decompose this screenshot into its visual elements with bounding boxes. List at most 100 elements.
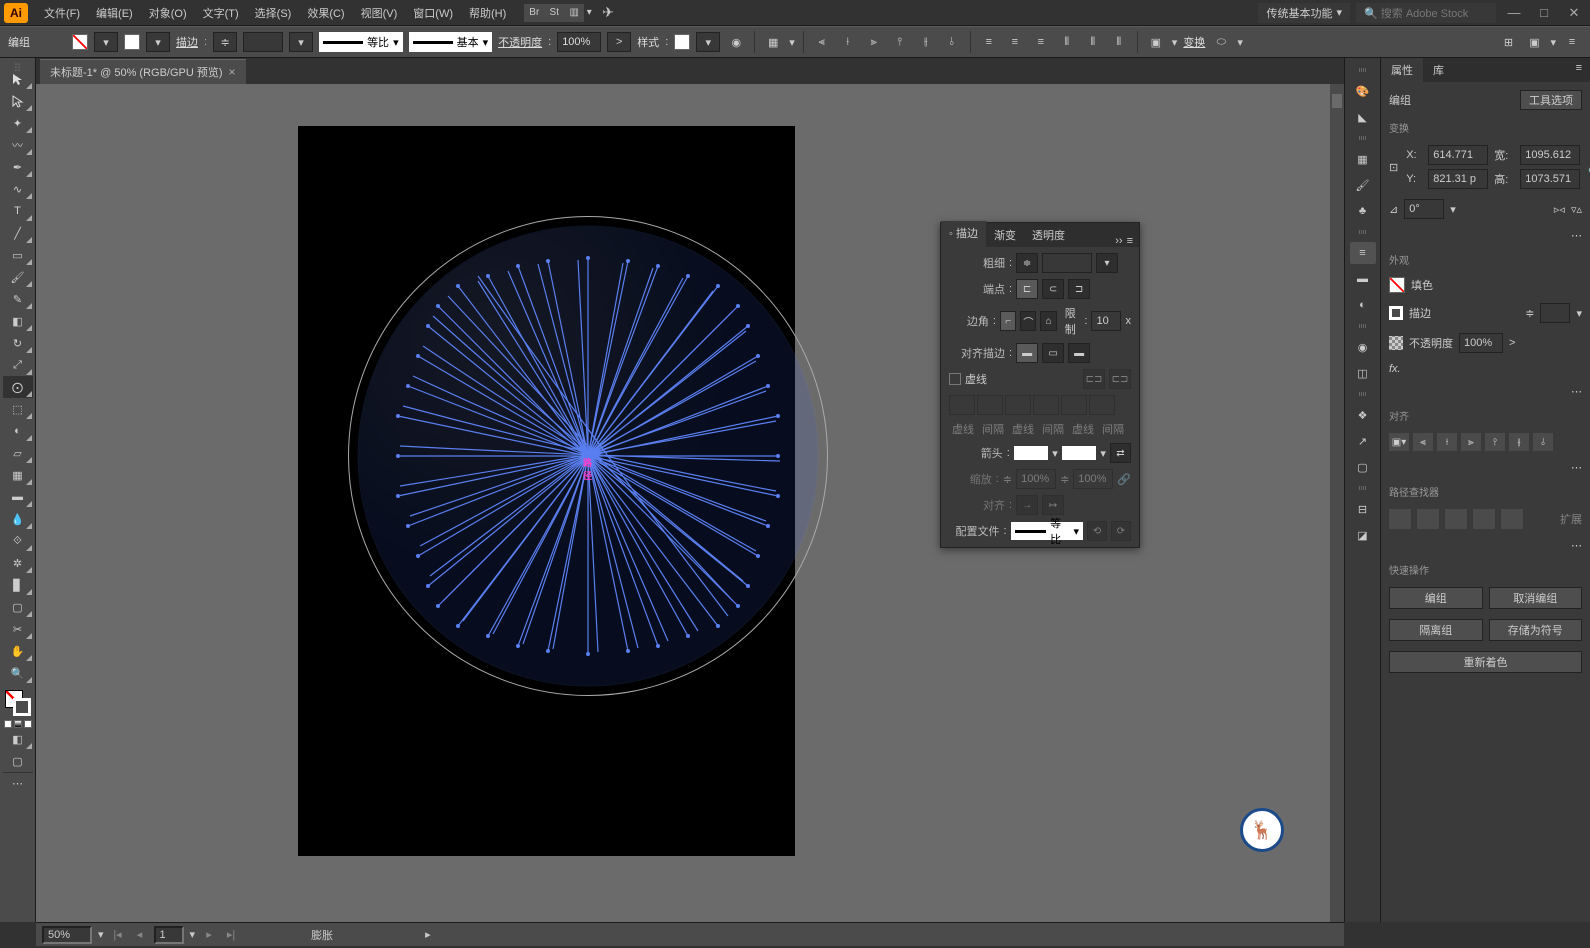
angle-dd[interactable]: ▾ — [1450, 203, 1456, 216]
menu-view[interactable]: 视图(V) — [353, 0, 406, 26]
scale-tool[interactable]: ⤢ — [3, 354, 33, 376]
align-key-icon[interactable]: ▣ — [1146, 32, 1166, 52]
pencil-tool[interactable]: ✎ — [3, 288, 33, 310]
artboard-num[interactable] — [154, 926, 184, 944]
canvas[interactable]: 路径 🦌 — [36, 84, 1344, 922]
last-art[interactable]: ▸| — [223, 927, 239, 943]
pf-minus[interactable] — [1417, 509, 1439, 529]
workspace-switcher[interactable]: 传统基本功能▾ — [1258, 3, 1350, 23]
qa-isolate[interactable]: 隔离组 — [1389, 619, 1483, 641]
pf-divide[interactable] — [1501, 509, 1523, 529]
pf-more-icon[interactable]: ⋯ — [1571, 540, 1582, 552]
isolate-icon[interactable]: ⊞ — [1498, 32, 1518, 52]
menu-edit[interactable]: 编辑(E) — [88, 0, 141, 26]
fill-swatch2[interactable] — [1389, 277, 1405, 293]
paintbrush-tool[interactable]: 🖌 — [3, 266, 33, 288]
menu-file[interactable]: 文件(F) — [36, 0, 88, 26]
gradient-tool[interactable]: ▬ — [3, 486, 33, 508]
pf-intersect[interactable] — [1445, 509, 1467, 529]
align-right2[interactable]: ⫸ — [1461, 433, 1481, 451]
align-vcenter2[interactable]: ⫲ — [1509, 433, 1529, 451]
column-graph-tool[interactable]: ▊ — [3, 574, 33, 596]
slice-tool[interactable]: ✂ — [3, 618, 33, 640]
opacity-dd2[interactable]: > — [1509, 337, 1515, 349]
lasso-tool[interactable]: 〰 — [3, 134, 33, 156]
align-top-icon[interactable]: ⫯ — [890, 32, 910, 52]
prefs-icon[interactable]: ≡ — [1562, 32, 1582, 52]
tab-properties[interactable]: 属性 — [1381, 58, 1423, 82]
align-inside[interactable]: ▭ — [1042, 343, 1064, 363]
pen-tool[interactable]: ✒ — [3, 156, 33, 178]
appearance-more-icon[interactable]: ⋯ — [1571, 386, 1582, 398]
stroke-weight-input[interactable] — [243, 32, 283, 52]
fill-dd[interactable]: ▾ — [94, 32, 118, 52]
window-max[interactable]: □ — [1532, 5, 1556, 20]
status-dd[interactable]: ▸ — [425, 928, 431, 941]
gpu-icon[interactable]: ✈ — [602, 4, 614, 21]
tab-stroke[interactable]: ◦ 描边 — [941, 221, 986, 247]
window-min[interactable]: — — [1502, 5, 1526, 20]
tab-transparency[interactable]: 透明度 — [1024, 223, 1073, 247]
stroke-weight2[interactable] — [1540, 303, 1570, 323]
shape-builder-tool[interactable]: ◐ — [3, 420, 33, 442]
menu-object[interactable]: 对象(O) — [141, 0, 195, 26]
eraser-tool[interactable]: ◧ — [3, 310, 33, 332]
stroke-stepper2[interactable]: ≑ — [1525, 307, 1534, 320]
magic-wand-tool[interactable]: ✦ — [3, 112, 33, 134]
align-center[interactable]: ▬ — [1016, 343, 1038, 363]
x-input[interactable] — [1428, 145, 1488, 165]
dock-layers-icon[interactable]: ❖ — [1350, 404, 1376, 426]
menu-window[interactable]: 窗口(W) — [405, 0, 461, 26]
rotate-tool[interactable]: ↻ — [3, 332, 33, 354]
perspective-tool[interactable]: ▱ — [3, 442, 33, 464]
opacity-dd[interactable]: > — [607, 32, 631, 52]
align-bottom-icon[interactable]: ⫰ — [942, 32, 962, 52]
weight-input[interactable] — [1042, 253, 1092, 273]
reference-point[interactable]: ⊡ — [1389, 161, 1398, 174]
tool-options-button[interactable]: 工具选项 — [1520, 90, 1582, 110]
stroke-swatch2[interactable] — [1389, 306, 1403, 320]
edit-toolbar[interactable]: ⋯ — [3, 772, 33, 794]
dock-align-icon[interactable]: ⊟ — [1350, 498, 1376, 520]
close-tab-icon[interactable]: × — [229, 65, 236, 79]
scrollbar-vertical[interactable] — [1330, 84, 1344, 922]
mesh-tool[interactable]: ▦ — [3, 464, 33, 486]
dock-symbols-icon[interactable]: ♣ — [1350, 200, 1376, 222]
stroke-swatch[interactable] — [124, 34, 140, 50]
dock-color-icon[interactable]: 🎨 — [1350, 80, 1376, 102]
profile-select[interactable]: 等比▾ — [1011, 522, 1083, 540]
isolate-icon2[interactable]: ▣ — [1524, 32, 1544, 52]
dock-stroke-icon[interactable]: ≡ — [1350, 242, 1376, 264]
align-left2[interactable]: ⫷ — [1413, 433, 1433, 451]
tab-libraries[interactable]: 库 — [1423, 58, 1454, 82]
brush-def[interactable]: 基本▾ — [409, 32, 493, 52]
dist-v-icon[interactable]: ≡ — [979, 32, 999, 52]
dist-v3-icon[interactable]: ≡ — [1031, 32, 1051, 52]
fx-button[interactable]: fx. — [1389, 363, 1401, 375]
dock-pathfinder-icon[interactable]: ◪ — [1350, 524, 1376, 546]
pf-unite[interactable] — [1389, 509, 1411, 529]
dock-appearance-icon[interactable]: ◉ — [1350, 336, 1376, 358]
qa-recolor[interactable]: 重新着色 — [1389, 651, 1582, 673]
stroke-dd[interactable]: ▾ — [146, 32, 170, 52]
bridge-icon[interactable]: Br — [524, 4, 544, 22]
menu-select[interactable]: 选择(S) — [247, 0, 300, 26]
menu-text[interactable]: 文字(T) — [195, 0, 247, 26]
panel-collapse-icon[interactable]: ›› — [1115, 235, 1122, 247]
opacity-swatch[interactable] — [1389, 336, 1403, 350]
flip-h-icon[interactable]: ▹◃ — [1554, 203, 1565, 216]
dist-h3-icon[interactable]: ⦀ — [1109, 32, 1129, 52]
dist-v2-icon[interactable]: ≡ — [1005, 32, 1025, 52]
transform-label[interactable]: 变换 — [1183, 34, 1205, 50]
angle-input[interactable] — [1404, 199, 1444, 219]
cap-projecting[interactable]: ⊐ — [1068, 279, 1090, 299]
width-tool[interactable]: ⨀ — [3, 376, 33, 398]
free-transform-tool[interactable]: ⬚ — [3, 398, 33, 420]
zoom-tool[interactable]: 🔍 — [3, 662, 33, 684]
arrow-end[interactable] — [1062, 446, 1097, 460]
rectangle-tool[interactable]: ▭ — [3, 244, 33, 266]
w-input[interactable] — [1520, 145, 1580, 165]
curvature-tool[interactable]: ∿ — [3, 178, 33, 200]
shape-prop-icon[interactable]: ⬭ — [1211, 32, 1231, 52]
fill-stroke-control[interactable] — [3, 688, 33, 718]
